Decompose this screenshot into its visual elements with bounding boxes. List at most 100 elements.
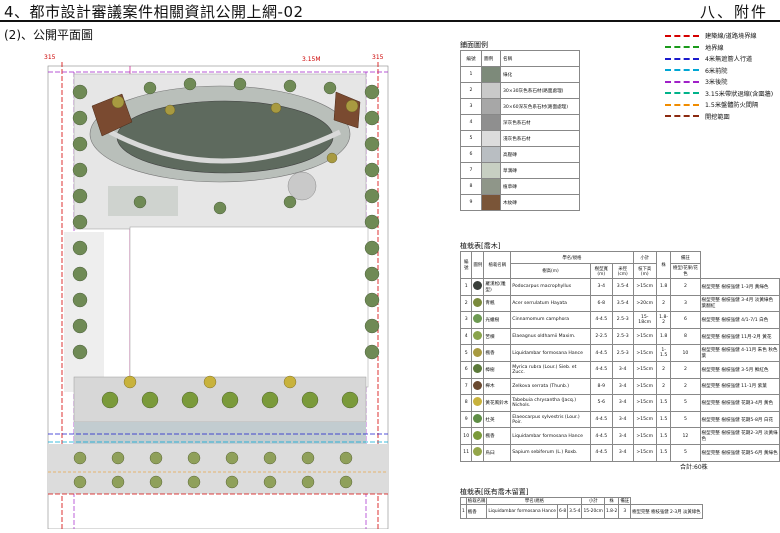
- row-name: 楓香: [483, 427, 512, 445]
- line-legend-swatch: [665, 80, 699, 83]
- paving-row: 9 木紋磚: [460, 194, 580, 211]
- row-height: 5-6: [589, 394, 613, 412]
- tree-table: 編號 圖例 植栽名稱 學名/規格 小計 株 備註 樹高(m) 樹型寬(m) 米徑…: [459, 251, 780, 462]
- shrub-col-spec: 學名/規格: [486, 497, 583, 505]
- line-legend-row: 4米無遮簷人行道: [665, 53, 777, 65]
- row-width: 2.5-3: [611, 327, 634, 346]
- table-row: 4 苦楝 Elaeagnus oldhamii Maxim. 2-2.5 2.5-3 >1…: [459, 327, 780, 346]
- row-height: 4-4.5: [589, 427, 613, 445]
- table-row: 6 樟樹 Myrica rubra (Lour.) Sieb. et Zucc. 4-…: [459, 360, 780, 379]
- row-branch: 1.8-2: [655, 311, 672, 329]
- line-legend-label: 3米後院: [705, 79, 728, 87]
- site-plan-drawing: [47, 62, 389, 530]
- row-count: 10: [670, 344, 701, 362]
- tree-col-qty: 小計: [632, 251, 657, 264]
- row-name: 樟樹: [483, 360, 512, 379]
- tree-table-section: 植栽表[喬木] 編號 圖例 植栽名稱 學名/規格 小計 株 備註 樹高(m) 樹…: [459, 241, 780, 462]
- paving-name: 淺灰色系石材: [500, 130, 580, 147]
- row-latin: Acer serrulatum Hayata: [510, 294, 591, 313]
- tree-symbol-icon: [473, 364, 483, 374]
- row-count: 8: [670, 327, 701, 346]
- tree-col-count: 株: [655, 251, 672, 279]
- tree-col-w: 樹型寬(m): [589, 263, 613, 279]
- row-note: 樹型完整 樹枝強健 1-3月 黃綠色: [699, 278, 780, 296]
- row-diameter: 15-20cm: [581, 504, 605, 519]
- row-height: 4-4.5: [589, 360, 613, 379]
- row-width: 3-4: [611, 410, 634, 429]
- tree-symbol-icon: [471, 360, 485, 379]
- line-legend-label: 開挖範圍: [705, 113, 730, 121]
- paving-name: 綠化: [500, 66, 580, 83]
- tree-symbol-icon: [471, 377, 485, 396]
- tree-symbol-icon: [473, 430, 483, 440]
- row-height: 6-8: [556, 504, 569, 519]
- row-branch: 2: [655, 360, 672, 379]
- paving-index: 4: [460, 114, 482, 131]
- row-name: 黃花風鈴木: [483, 394, 512, 412]
- tree-total: 合計:60株: [680, 464, 708, 471]
- row-note: 樹型完整 樹枝強健 花期5-8月 白花: [699, 410, 780, 429]
- tree-symbol-icon: [473, 380, 483, 390]
- site-plan: 315 3.15M 315: [40, 54, 390, 530]
- row-no: 6: [459, 360, 473, 379]
- row-diameter: >20cm: [632, 294, 657, 313]
- row-diameter: >15cm: [632, 443, 657, 462]
- row-note: 樹型完整 樹枝強健 4/1-7/1 白色: [699, 311, 780, 329]
- row-branch: 2: [655, 377, 672, 396]
- row-latin: Cinnamomum camphora: [510, 311, 591, 329]
- table-row: 5 楓香 Liquidambar formosana Hance 4-4.5 2.5-3…: [459, 344, 780, 362]
- tree-symbol-icon: [473, 397, 483, 407]
- row-count: 6: [670, 311, 701, 329]
- row-diameter: >15cm: [632, 327, 657, 346]
- tree-symbol-icon: [473, 331, 483, 341]
- tree-symbol-icon: [473, 414, 483, 424]
- tree-col-no: 編號: [459, 251, 473, 279]
- row-count: 5: [670, 443, 701, 462]
- line-legend-swatch: [665, 69, 699, 72]
- shrub-col-name: 植栽名稱: [465, 497, 488, 505]
- shrub-col-qty: 小計: [581, 497, 605, 505]
- row-diameter: >15cm: [632, 360, 657, 379]
- paving-name: 植草磚: [500, 178, 580, 195]
- paving-index: 7: [460, 162, 482, 179]
- row-note: 樹型完整 樹枝強健 11-1月 紫葉: [699, 377, 780, 396]
- page-title: 4、都市設計審議案件相關資訊公開上網-02: [4, 3, 304, 21]
- table-row: 2 青楓 Acer serrulatum Hayata 6-8 3.5-4 >20cm 2 3…: [459, 294, 780, 313]
- row-no: 2: [459, 294, 473, 313]
- section-subtitle: (2)、公開平面圖: [4, 28, 93, 42]
- tree-col-name: 植栽名稱: [483, 251, 512, 279]
- paving-row: 3 30×60深灰色系石材(路面處理): [460, 98, 580, 115]
- row-branch: 1.5: [655, 394, 672, 412]
- row-width: 3-4: [611, 360, 634, 379]
- paving-row: 8 植草磚: [460, 178, 580, 195]
- tree-symbol-icon: [471, 327, 485, 346]
- tree-col-icon: 圖例: [471, 251, 485, 279]
- line-legend-row: 地界線: [665, 42, 777, 54]
- row-diameter: >15cm: [632, 427, 657, 445]
- row-height: 4-4.5: [589, 311, 613, 329]
- row-count: 2: [670, 377, 701, 396]
- row-diameter: >15cm: [632, 377, 657, 396]
- line-legend-row: 3米後院: [665, 76, 777, 88]
- row-diameter: >15cm: [632, 344, 657, 362]
- line-legend-row: 1.5米盤體防火間隔: [665, 99, 777, 111]
- row-branch: 2: [655, 294, 672, 313]
- tree-symbol-icon: [471, 294, 485, 313]
- tree-col-branch: 枝下高(m): [632, 263, 657, 279]
- row-height: 8-9: [589, 377, 613, 396]
- line-legend-label: 6米前院: [705, 67, 728, 75]
- tree-col-h: 樹高(m): [510, 263, 591, 279]
- tree-symbol-icon: [473, 314, 483, 324]
- paving-row: 6 高壓磚: [460, 146, 580, 163]
- row-latin: Elaeocarpus sylvestris (Lour.) Poir.: [510, 410, 591, 429]
- shrub-col-count: 株: [603, 497, 620, 505]
- row-note: 樹型完整 樹枝強健 2-3月 淡黃綠色: [630, 504, 703, 519]
- line-legend-label: 建築線/道路境界線: [705, 33, 757, 41]
- row-branch: 1-1.5: [655, 344, 672, 362]
- row-name: 楓香: [483, 344, 512, 362]
- row-note: 樹型完整 樹枝強健 花期3-4月 黃色: [699, 394, 780, 412]
- dimension-left: 315: [44, 54, 56, 61]
- row-no: 10: [459, 427, 473, 445]
- row-latin: Liquidambar formosana Hance: [510, 344, 591, 362]
- row-branch: 1.8-2: [603, 504, 620, 519]
